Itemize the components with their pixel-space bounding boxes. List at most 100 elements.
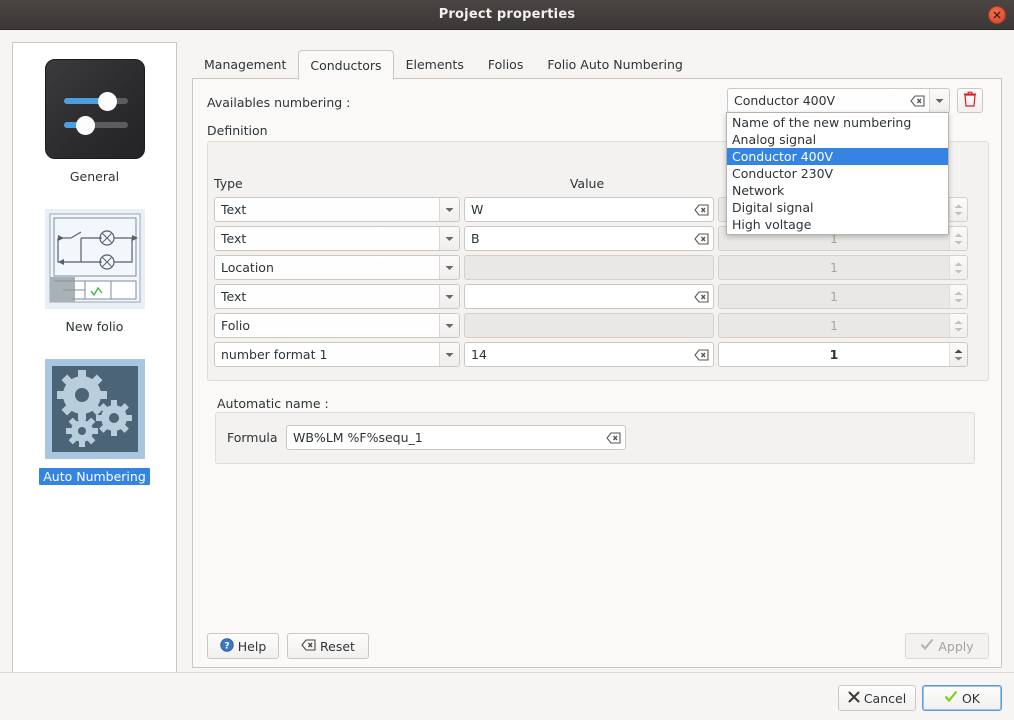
sidebar-item-label: General [69,169,120,184]
spinner-arrows-icon[interactable] [949,343,967,366]
row-value-input[interactable] [464,284,714,309]
tab-folio-auto-numbering[interactable]: Folio Auto Numbering [535,51,695,79]
row-type-combobox[interactable]: Text [214,226,460,251]
spinner-arrows-icon[interactable] [949,198,967,221]
tab-management[interactable]: Management [192,51,298,79]
tab-conductors[interactable]: Conductors [298,50,394,80]
delete-numbering-button[interactable] [957,88,983,113]
sidebar-item-auto-numbering[interactable]: Auto Numbering [13,335,176,485]
numbering-dropdown-list[interactable]: Name of the new numbering Analog signal … [726,112,949,235]
dropdown-option[interactable]: Name of the new numbering [727,114,948,131]
row-increase-value: 1 [829,347,839,362]
dialog-footer: Cancel OK [0,672,1014,720]
chevron-down-icon[interactable] [439,343,459,366]
reset-button-label: Reset [320,638,355,654]
reset-button[interactable]: Reset [287,633,369,659]
check-icon [920,638,934,654]
window-title: Project properties [438,7,576,22]
row-type-value: number format 1 [221,347,328,362]
window-titlebar: Project properties [0,0,1014,30]
clear-text-icon [301,638,316,654]
row-type-value: Location [221,260,274,275]
row-increase-spinbox[interactable]: 1 [718,313,968,338]
chevron-down-icon[interactable] [439,198,459,221]
row-increase-spinbox[interactable]: 1 [718,284,968,309]
table-row: Location 1 [214,255,984,280]
column-header-value: Value [569,176,605,191]
tab-bar: Management Conductors Elements Folios Fo… [192,50,1002,80]
sidebar-item-label: New folio [65,319,124,334]
row-type-value: Text [221,202,247,217]
numbering-combobox[interactable]: Conductor 400V [727,88,950,113]
dropdown-option-selected[interactable]: Conductor 400V [727,148,948,165]
chevron-down-icon[interactable] [439,227,459,250]
clear-text-icon[interactable] [910,94,925,107]
clear-text-icon[interactable] [694,232,709,245]
sidebar-item-general[interactable]: General [13,43,176,185]
cancel-button[interactable]: Cancel [838,685,916,711]
tab-elements[interactable]: Elements [394,51,476,79]
clear-text-icon[interactable] [694,203,709,216]
clear-text-icon[interactable] [694,290,709,303]
row-type-combobox[interactable]: Text [214,284,460,309]
dropdown-option[interactable]: Digital signal [727,199,948,216]
row-value-input[interactable]: 14 [464,342,714,367]
spinner-arrows-icon[interactable] [949,256,967,279]
row-value-input [464,255,714,280]
row-increase-spinbox[interactable]: 1 [718,255,968,280]
ok-button-label: OK [961,690,981,706]
spinner-arrows-icon[interactable] [949,285,967,308]
tab-folios[interactable]: Folios [476,51,536,79]
row-type-value: Text [221,231,247,246]
sliders-icon [44,59,145,159]
chevron-down-icon[interactable] [439,285,459,308]
automatic-name-groupbox: Formula WB%LM %F%sequ_1 [215,412,975,464]
row-increase-spinbox[interactable]: 1 [718,342,968,367]
numbering-combobox-value: Conductor 400V [734,93,836,108]
row-type-value: Folio [221,318,250,333]
formula-value: WB%LM %F%sequ_1 [293,430,423,445]
sidebar: General New folio Auto Numbering [12,42,177,678]
ok-button[interactable]: OK [922,685,1002,711]
dropdown-option[interactable]: Conductor 230V [727,165,948,182]
schematic-page-icon [44,209,145,309]
row-value-input [464,313,714,338]
spinner-arrows-icon[interactable] [949,314,967,337]
spinner-arrows-icon[interactable] [949,227,967,250]
row-type-combobox[interactable]: Text [214,197,460,222]
close-icon[interactable] [988,6,1006,24]
cancel-button-label: Cancel [863,690,907,706]
trash-icon [963,91,977,110]
cross-icon [848,691,860,706]
dropdown-option[interactable]: High voltage [727,216,948,233]
table-row: Text 1 [214,284,984,309]
row-value-text: W [471,202,484,217]
chevron-down-icon[interactable] [439,314,459,337]
apply-button[interactable]: Apply [905,633,989,659]
row-value-input[interactable]: W [464,197,714,222]
sidebar-item-new-folio[interactable]: New folio [13,185,176,335]
availables-numbering-label: Availables numbering : [207,95,351,110]
chevron-down-icon[interactable] [929,89,949,112]
sidebar-item-label: Auto Numbering [39,468,150,485]
clear-text-icon[interactable] [606,431,621,444]
row-value-input[interactable]: B [464,226,714,251]
chevron-down-icon[interactable] [439,256,459,279]
dropdown-option[interactable]: Network [727,182,948,199]
question-circle-icon: ? [220,637,234,655]
row-type-combobox[interactable]: Location [214,255,460,280]
formula-input[interactable]: WB%LM %F%sequ_1 [286,425,626,450]
help-button[interactable]: ? Help [207,633,279,659]
svg-text:?: ? [224,641,229,651]
clear-text-icon[interactable] [694,348,709,361]
dropdown-option[interactable]: Analog signal [727,131,948,148]
help-button-label: Help [237,638,267,654]
table-row: Folio 1 [214,313,984,338]
row-type-value: Text [221,289,247,304]
column-header-type: Type [214,176,243,191]
row-type-combobox[interactable]: number format 1 [214,342,460,367]
row-type-combobox[interactable]: Folio [214,313,460,338]
check-icon [944,690,958,706]
table-row: number format 1 14 1 [214,342,984,367]
row-increase-value: 1 [830,260,838,275]
